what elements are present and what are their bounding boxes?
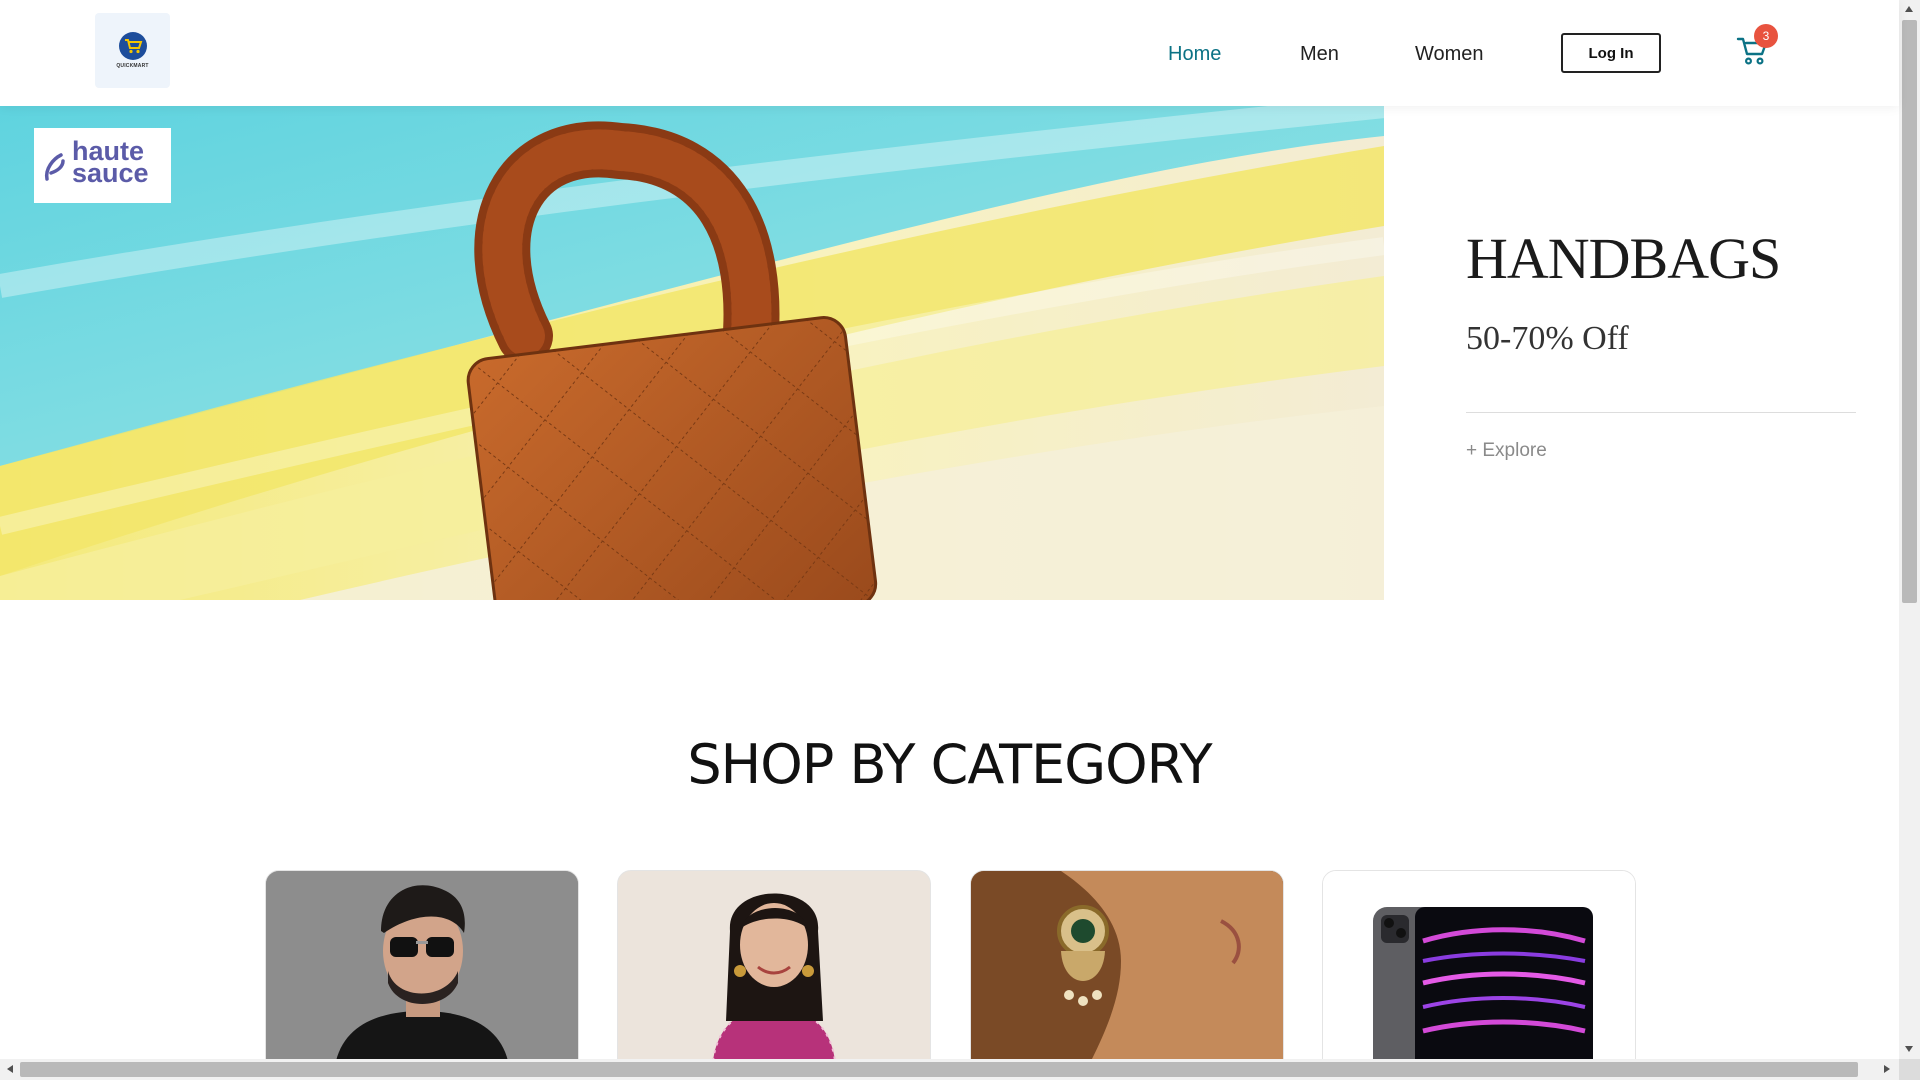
- scroll-up-icon[interactable]: [1905, 6, 1913, 12]
- section-title: SHOP BY CATEGORY: [687, 733, 1212, 796]
- cart-logo-icon: [118, 32, 147, 60]
- vertical-scrollbar[interactable]: [1899, 0, 1920, 1059]
- women-photo-icon: [618, 871, 930, 1061]
- hero-divider: [1466, 412, 1856, 413]
- site-header: QUICKMART Home Men Women Log In 3: [0, 0, 1899, 106]
- jewellery-photo-icon: [971, 871, 1283, 1061]
- explore-link[interactable]: + Explore: [1466, 439, 1547, 463]
- handbag-photo: [0, 106, 1384, 600]
- vertical-scroll-thumb[interactable]: [1902, 20, 1917, 603]
- hero-subtitle: 50-70% Off: [1466, 320, 1629, 357]
- nav-women[interactable]: Women: [1415, 42, 1484, 66]
- horizontal-scrollbar[interactable]: [0, 1059, 1899, 1080]
- scroll-right-icon[interactable]: [1884, 1065, 1890, 1073]
- hero-banner-image[interactable]: [0, 106, 1384, 600]
- category-card-men[interactable]: [265, 870, 579, 1062]
- scroll-down-icon[interactable]: [1905, 1046, 1913, 1052]
- nav-home[interactable]: Home: [1168, 42, 1221, 66]
- brand-badge-hautesauce: haute sauce: [34, 128, 171, 203]
- logo-text: QUICKMART: [116, 63, 149, 69]
- category-card-electronics[interactable]: [1322, 870, 1636, 1062]
- scroll-left-icon[interactable]: [7, 1065, 13, 1073]
- cart-count-badge: 3: [1754, 24, 1778, 48]
- horizontal-scroll-thumb[interactable]: [20, 1062, 1858, 1077]
- scrollbar-corner: [1899, 1059, 1920, 1080]
- brand-line-2: sauce: [72, 158, 149, 188]
- hero-title: HANDBAGS: [1466, 226, 1781, 291]
- electronics-photo-icon: [1323, 871, 1635, 1061]
- category-card-women[interactable]: [617, 870, 931, 1062]
- category-card-jewellery[interactable]: [970, 870, 1284, 1062]
- hero-text-panel: [1384, 106, 1899, 600]
- login-button[interactable]: Log In: [1561, 33, 1661, 73]
- men-photo-icon: [266, 871, 578, 1061]
- quickmart-logo[interactable]: QUICKMART: [95, 13, 170, 88]
- nav-men[interactable]: Men: [1300, 42, 1339, 66]
